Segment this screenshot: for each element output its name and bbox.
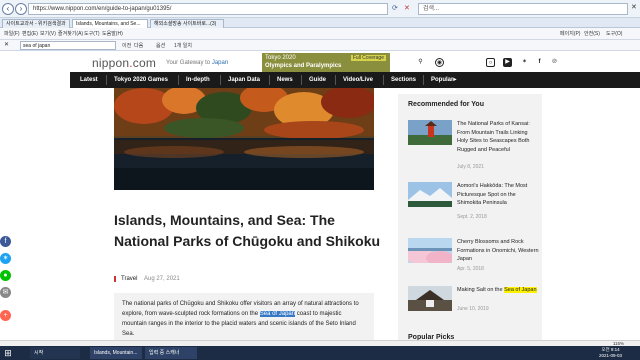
browser-address-row: ‹ › https://www.nippon.com/en/guide-to-j… <box>0 0 640 18</box>
thumbnail-hakkoda <box>408 182 452 207</box>
tab-1[interactable]: 사이트교과서 - 위키검색결과 <box>2 19 70 28</box>
menu-page[interactable]: 페이지(P) <box>560 30 580 37</box>
olympics-banner[interactable]: Tokyo 2020 Olympics and Paralympics Full… <box>262 53 390 72</box>
tab-2-active[interactable]: Islands, Mountains, and Se... <box>72 19 148 28</box>
sidebar-item[interactable]: Cherry Blossoms and Rock Formations in O… <box>408 238 539 276</box>
find-input[interactable]: sea of japan <box>20 41 116 50</box>
menu-file[interactable]: 파일(F) <box>4 30 20 37</box>
search-icon[interactable]: ⚲ <box>416 58 425 67</box>
sidebar-item[interactable]: Making Salt on the Sea of Japan June 10,… <box>408 286 538 320</box>
twitter-icon[interactable]: ✶ <box>0 253 11 264</box>
twitter-icon[interactable]: ✶ <box>520 58 529 67</box>
taskbar-task-browser[interactable]: Islands, Mountain... <box>90 347 142 359</box>
title-before: Making Salt on the <box>457 287 505 293</box>
hero-image <box>114 88 374 190</box>
menu-favorites[interactable]: 즐겨찾기(A) <box>58 30 83 37</box>
banner-line2: Olympics and Paralympics <box>265 63 342 69</box>
sidebar-item-title: The National Parks of Kansai: From Mount… <box>457 121 530 153</box>
site-header: nippon.com Your Gateway to Japan Tokyo 2… <box>0 51 640 73</box>
sidebar-item-date: July 8, 2021 <box>457 164 484 170</box>
sidebar-item[interactable]: The National Parks of Kansai: From Mount… <box>408 120 538 170</box>
sidebar-item-title: Making Salt on the Sea of Japan <box>457 286 539 295</box>
instagram-icon[interactable]: ○ <box>486 58 495 67</box>
taskbar-clock[interactable]: 오전 9:14 2021-09-03 <box>599 347 622 359</box>
article-lead: The national parks of Chūgoku and Shikok… <box>114 293 374 343</box>
find-bar: ✕ sea of japan 이전 다음 옵션 1개 일치 <box>0 40 640 51</box>
nav-tokyo-2020[interactable]: Tokyo 2020 Games <box>114 72 168 88</box>
taskbar: ⊞ 시작 Islands, Mountain... 입력 중 스캐너 오전 9:… <box>0 346 640 360</box>
sidebar-item-date: Apr. 5, 2018 <box>457 266 484 272</box>
refresh-icon[interactable]: ⟳ <box>392 4 398 12</box>
sidebar-item-title: Cherry Blossoms and Rock Formations in O… <box>457 239 539 262</box>
tab-strip: 사이트교과서 - 위키검색결과 Islands, Mountains, and … <box>0 18 640 28</box>
globe-icon[interactable]: ◉ <box>435 58 444 67</box>
youtube-icon[interactable]: ▶ <box>503 58 512 67</box>
menu-help[interactable]: 도움말(H) <box>102 30 123 37</box>
menu-edit[interactable]: 편집(E) <box>22 30 38 37</box>
menu-view[interactable]: 보기(V) <box>40 30 56 37</box>
nav-latest[interactable]: Latest <box>80 72 98 88</box>
back-button[interactable]: ‹ <box>2 3 14 15</box>
rss-icon[interactable]: ℗ <box>550 58 559 67</box>
email-icon[interactable]: ✉ <box>0 287 11 298</box>
sidebar-item-title: Aomori's Hakkōda: The Most Picturesque S… <box>457 183 528 206</box>
article-date: Aug 27, 2021 <box>144 276 180 282</box>
plus-icon[interactable]: + <box>0 310 11 321</box>
site-logo[interactable]: nippon.com <box>92 56 156 70</box>
close-find-icon[interactable]: ✕ <box>4 41 9 48</box>
menu-safety[interactable]: 안전(S) <box>584 30 600 37</box>
logo-name: nippon <box>92 56 130 70</box>
forward-button[interactable]: › <box>15 3 27 15</box>
find-next-button[interactable]: 다음 <box>134 42 143 49</box>
search-highlight-sidebar: Sea of Japan <box>504 287 537 293</box>
tab-3[interactable]: 해외소셜방송 사이트바로...(3) <box>150 19 224 28</box>
menu-bar: 파일(F) 편집(E) 보기(V) 즐겨찾기(A) 도구(T) 도움말(H) 페… <box>0 28 640 40</box>
main-nav: Latest Tokyo 2020 Games In-depth Japan D… <box>70 72 640 88</box>
close-window-icon[interactable]: ✕ <box>631 3 637 11</box>
facebook-icon[interactable]: f <box>535 58 544 67</box>
article-title: Islands, Mountains, and Sea: The Nationa… <box>114 212 381 249</box>
find-match-count: 1개 일치 <box>174 43 192 49</box>
taskbar-start-label[interactable]: 시작 <box>30 347 80 359</box>
thumbnail-salt <box>408 286 452 311</box>
menu-tools[interactable]: 도구(T) <box>84 30 100 37</box>
thumbnail-kansai <box>408 120 452 145</box>
taskbar-task-scanner[interactable]: 입력 중 스캐너 <box>145 347 197 359</box>
sidebar-item-date: June 10, 2019 <box>457 306 489 312</box>
nav-popular[interactable]: Popular▸ <box>431 72 456 88</box>
banner-line1: Tokyo 2020 <box>265 55 296 61</box>
stop-icon[interactable]: ✕ <box>404 4 410 12</box>
clock-date: 2021-09-03 <box>598 353 622 358</box>
thumbnail-onomichi <box>408 238 452 263</box>
find-prev-button[interactable]: 이전 <box>122 42 131 49</box>
url-input[interactable]: https://www.nippon.com/en/guide-to-japan… <box>28 3 388 15</box>
nav-guide[interactable]: Guide <box>309 72 326 88</box>
logo-tld: com <box>132 56 157 70</box>
nav-video-live[interactable]: Video/Live <box>343 72 373 88</box>
sidebar-item[interactable]: Aomori's Hakkōda: The Most Picturesque S… <box>408 182 538 222</box>
search-highlight: Sea of Japan <box>259 311 296 317</box>
nav-in-depth[interactable]: In-depth <box>186 72 210 88</box>
category-link[interactable]: Travel <box>114 276 137 282</box>
sidebar-item-date: Sept. 2, 2018 <box>457 214 487 220</box>
tagline-prefix: Your Gateway to <box>166 60 211 66</box>
nav-sections[interactable]: Sections <box>391 72 416 88</box>
site-tagline: Your Gateway to Japan <box>166 60 228 66</box>
banner-tag: Full Coverage <box>350 55 386 61</box>
nav-news[interactable]: News <box>277 72 293 88</box>
find-options-button[interactable]: 옵션 <box>156 42 165 49</box>
windows-start-icon[interactable]: ⊞ <box>2 347 14 359</box>
sidebar-recommended: Recommended for You The National Parks o… <box>398 94 542 360</box>
menu-tools-right[interactable]: 도구(O) <box>606 30 622 37</box>
tagline-japan: Japan <box>211 60 229 66</box>
sidebar-title: Recommended for You <box>408 101 484 108</box>
line-icon[interactable]: ● <box>0 270 11 281</box>
facebook-icon[interactable]: f <box>0 236 11 247</box>
search-input[interactable]: 검색... <box>418 3 628 15</box>
nav-japan-data[interactable]: Japan Data <box>228 72 260 88</box>
